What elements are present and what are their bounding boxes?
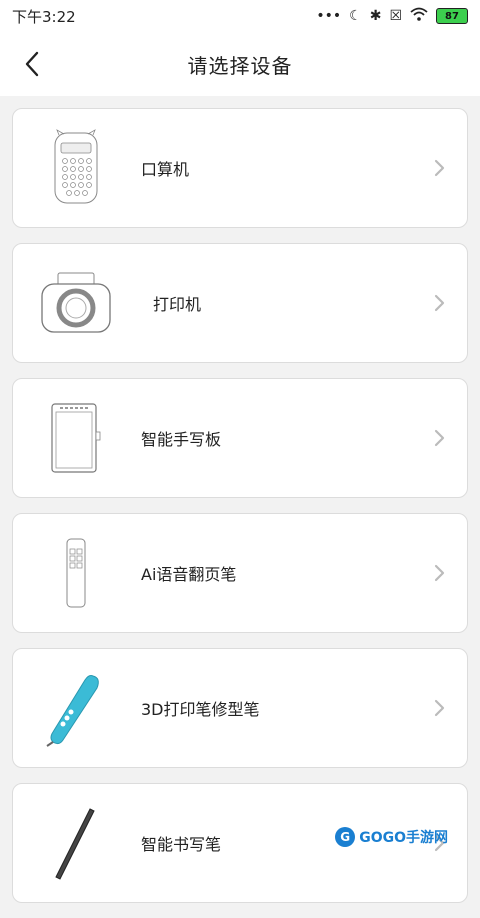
device-card-calculator[interactable]: 口算机 [12,108,468,228]
back-button[interactable] [14,46,50,82]
watermark-logo-icon: G [335,827,356,847]
device-label-presenter: Ai语音翻页笔 [141,565,237,584]
calculator-device-icon [31,118,121,218]
device-label-3d-pen: 3D打印笔修型笔 [141,700,260,719]
device-card-printer[interactable]: 打印机 [12,243,468,363]
more-icon: ••• [316,8,342,24]
tablet-device-icon [31,388,121,488]
watermark-text: GOGO手游网 [359,830,448,846]
device-card-presenter[interactable]: Ai语音翻页笔 [12,513,468,633]
device-card-3d-pen[interactable]: 3D打印笔修型笔 [12,648,468,768]
device-card-tablet[interactable]: 智能手写板 [12,378,468,498]
status-time: 下午3:22 [12,7,76,26]
device-list: 口算机 打印机 智能手写板 Ai语音翻页笔 3D打印笔修型笔 智能书写笔 [12,108,468,918]
presenter-device-icon [31,523,121,623]
chevron-left-icon [25,51,39,77]
chevron-right-icon [434,564,445,582]
bluetooth-icon: ✱ [369,8,382,24]
header: 请选择设备 [0,32,480,96]
status-icons: ••• ☾ ✱ ☒ 87 [316,7,468,25]
wifi-icon [410,7,428,25]
chevron-right-icon [434,699,445,717]
device-label-tablet: 智能手写板 [141,430,222,449]
sim-icon: ☒ [389,8,402,24]
chevron-right-icon [434,429,445,447]
smart-pen-device-icon [31,793,121,893]
device-label-printer: 打印机 [153,295,202,314]
device-label-calculator: 口算机 [141,160,190,179]
moon-icon: ☾ [349,8,362,24]
watermark: G GOGO手游网 [335,827,448,847]
chevron-right-icon [434,294,445,312]
battery-icon: 87 [436,8,468,24]
3d-pen-device-icon [31,658,121,758]
status-bar: 下午3:22 ••• ☾ ✱ ☒ 87 [0,0,480,32]
page-title: 请选择设备 [187,53,293,78]
printer-device-icon [31,253,121,353]
chevron-right-icon [434,159,445,177]
device-label-smart-pen: 智能书写笔 [141,835,222,854]
